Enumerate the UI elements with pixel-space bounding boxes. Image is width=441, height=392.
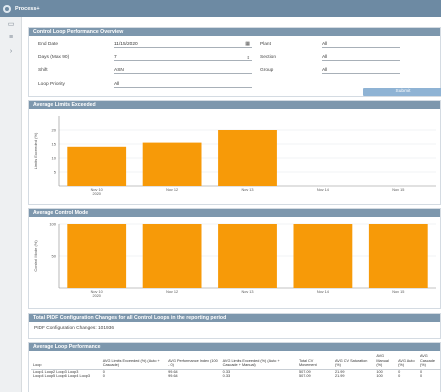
group-label: Group: [260, 68, 274, 73]
days-field[interactable]: 7 ⇕: [114, 54, 252, 61]
loop-performance-panel: Average Loop Performance Loop AVG Limits…: [28, 342, 441, 392]
loop-performance-table: Loop AVG Limits Exceeded (%) (Auto + Cas…: [31, 353, 441, 379]
col-header-manual[interactable]: AVG Manual (%): [374, 353, 397, 370]
limits-bar-chart: Limits Exceeded (%)5101520Nov 102020Nov …: [33, 116, 436, 196]
bar[interactable]: [142, 142, 202, 186]
plant-row: Plant All: [260, 40, 400, 49]
bar[interactable]: [142, 224, 202, 288]
loop-performance-title: Average Loop Performance: [29, 343, 440, 351]
y-tick-label: 15: [52, 142, 57, 147]
group-row: Group All: [260, 66, 400, 75]
end-date-label: End Date: [38, 42, 59, 47]
menu-icon[interactable]: ≡: [6, 34, 16, 42]
col-header-cv-movement[interactable]: Total CV Movement: [296, 353, 333, 370]
group-select[interactable]: All: [322, 67, 400, 74]
x-tick-label: Nov 13: [241, 290, 253, 294]
table-row[interactable]: Loop4 Loop5 Loop6 Loop4 Loop3 0 99.64 0.…: [31, 374, 441, 378]
col-header-auto[interactable]: AVG Auto (%): [396, 353, 418, 370]
mode-chart-title: Average Control Mode: [29, 209, 440, 217]
col-header-performance-index[interactable]: AVG Performance Index (100 - 0): [166, 353, 221, 370]
y-tick-label: 100: [49, 222, 56, 227]
monitor-icon[interactable]: ▭: [6, 21, 16, 29]
y-tick-label: 5: [54, 170, 57, 175]
submit-button[interactable]: Submit: [363, 88, 441, 96]
section-select[interactable]: All: [322, 54, 400, 61]
shift-field[interactable]: ASN: [114, 67, 252, 74]
section-label: Section: [260, 55, 276, 60]
chevron-right-icon[interactable]: ›: [6, 48, 16, 56]
table-cell: 507.09: [298, 374, 311, 379]
bar[interactable]: [293, 224, 353, 288]
x-tick-label: Nov 13: [241, 188, 253, 192]
col-header-loop[interactable]: Loop: [31, 353, 101, 370]
end-date-row: End Date 11/15/2020 ▦: [38, 40, 252, 49]
app-header: Process+: [0, 0, 441, 17]
table-cell: 21.99: [334, 374, 345, 379]
y-tick-label: 50: [52, 254, 57, 259]
shift-row: Shift ASN: [38, 66, 252, 75]
x-tick-label: Nov 15: [392, 290, 404, 294]
section-row: Section All: [260, 53, 400, 62]
config-changes-panel: Total PIDF Configuration Changes for all…: [28, 313, 441, 339]
calendar-icon[interactable]: ▦: [245, 41, 250, 48]
spinner-icon[interactable]: ⇕: [247, 54, 250, 61]
col-header-limits-all[interactable]: AVG Limits Exceeded (%) (Auto + Cascade …: [220, 353, 297, 370]
x-tick-label: Nov 15: [392, 188, 404, 192]
overview-panel: Control Loop Performance Overview End Da…: [28, 27, 441, 97]
config-changes-text: PIDF Configuration Changes: 101936: [34, 326, 114, 331]
mode-bar-chart: Control Mode (%) 50100Nov 102020Nov 12 Nov…: [33, 222, 436, 298]
table-cell: 0: [419, 374, 423, 379]
bar[interactable]: [368, 224, 428, 288]
days-label: Days (Max 90): [38, 55, 70, 60]
main-content: Control Loop Performance Overview End Da…: [28, 27, 441, 392]
table-cell: 99.64: [168, 374, 178, 379]
end-date-field[interactable]: 11/15/2020 ▦: [114, 41, 252, 48]
limits-chart-panel: Average Limits Exceeded Limits Exceeded …: [28, 100, 441, 205]
col-header-cv-saturation[interactable]: AVG CV Saturation (%): [332, 353, 375, 370]
col-header-cascade[interactable]: AVG Cascade (%): [417, 353, 441, 370]
table-cell: 100: [376, 374, 383, 379]
days-row: Days (Max 90) 7 ⇕: [38, 53, 252, 62]
col-header-limits-auto-cascade[interactable]: AVG Limits Exceeded (%) (Auto + Cascade): [100, 353, 167, 370]
loop-priority-label: Loop Priority: [38, 82, 65, 87]
y-tick-label: 20: [52, 128, 57, 133]
bar[interactable]: [67, 224, 127, 288]
limits-chart-title: Average Limits Exceeded: [29, 101, 440, 109]
x-tick-label: Nov 14: [317, 188, 329, 192]
plant-select[interactable]: All: [322, 41, 400, 48]
table-cell: 0: [102, 374, 105, 379]
x-tick-label: 2020: [92, 294, 100, 298]
table-cell: 0: [398, 374, 401, 379]
app-logo-icon: [3, 4, 11, 13]
x-tick-label: 2020: [92, 192, 100, 196]
bar[interactable]: [67, 146, 127, 186]
config-changes-title: Total PIDF Configuration Changes for all…: [29, 314, 440, 322]
y-tick-label: 10: [52, 156, 57, 161]
bar[interactable]: [218, 130, 277, 186]
table-header-row: Loop AVG Limits Exceeded (%) (Auto + Cas…: [31, 353, 441, 370]
x-tick-label: Nov 14: [317, 290, 329, 294]
bar[interactable]: [218, 224, 277, 288]
table-cell: Loop4 Loop5 Loop6 Loop4 Loop3: [33, 374, 91, 379]
x-tick-label: Nov 12: [166, 188, 178, 192]
loop-priority-row: Loop Priority All: [38, 80, 252, 89]
x-tick-label: Nov 12: [166, 290, 178, 294]
plant-label: Plant: [260, 42, 271, 47]
app-title: Process+: [15, 5, 40, 12]
mode-chart-panel: Average Control Mode Control Mode (%) 50 1…: [28, 208, 441, 309]
table-cell: 0.33: [222, 374, 231, 379]
loop-priority-field[interactable]: All: [114, 81, 252, 88]
shift-label: Shift: [38, 68, 48, 73]
overview-panel-title: Control Loop Performance Overview: [29, 28, 440, 36]
left-nav-rail: ▭ ≡ ›: [0, 17, 22, 392]
y-axis-label: Control Mode (%): [33, 240, 38, 272]
y-axis-label: Limits Exceeded (%): [33, 132, 38, 169]
